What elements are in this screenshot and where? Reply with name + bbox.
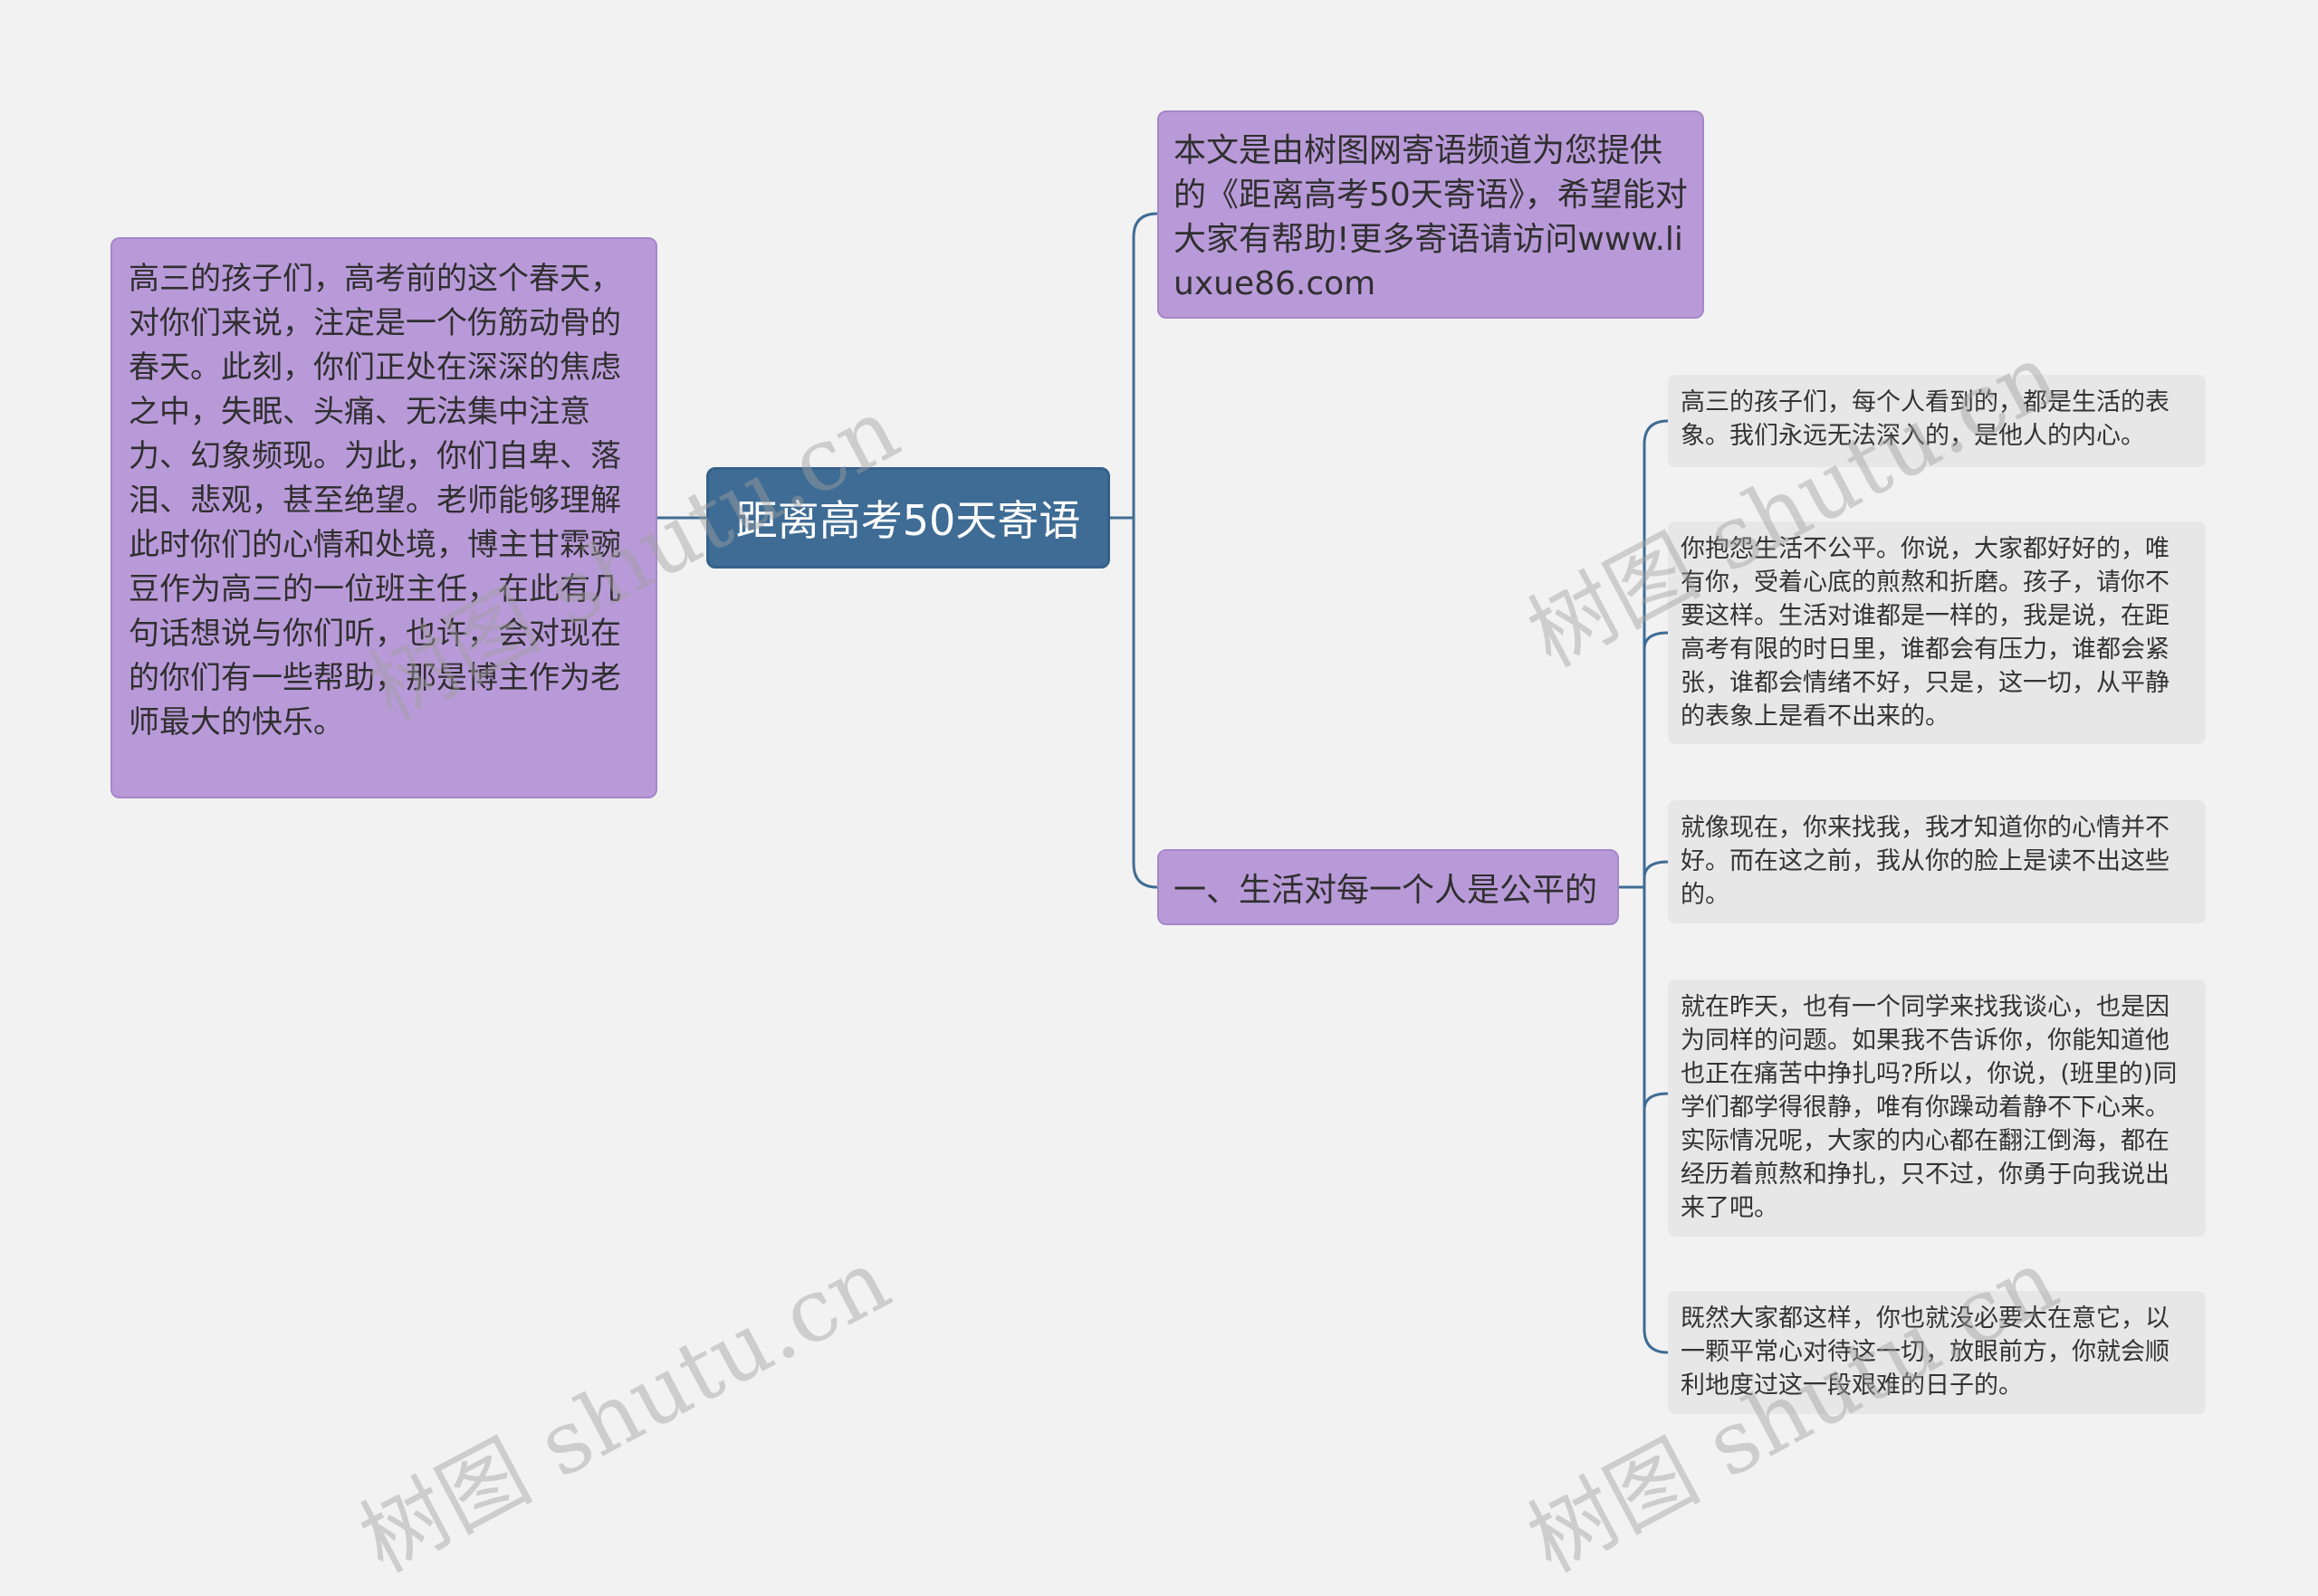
root-node[interactable]: 距离高考50天寄语 [706, 467, 1110, 569]
connector-leaves-trunk [1643, 419, 1669, 1354]
topic-label: 一、生活对每一个人是公平的 [1173, 872, 1598, 909]
leaf-node-5[interactable]: 既然大家都这样，你也就没必要太在意它，以一颗平常心对待这一切，放眼前方，你就会顺… [1668, 1291, 2206, 1414]
leaf-text: 高三的孩子们，每个人看到的，都是生活的表象。我们永远无法深入的，是他人的内心。 [1681, 388, 2170, 450]
leaf-text: 既然大家都这样，你也就没必要太在意它，以一颗平常心对待这一切，放眼前方，你就会顺… [1681, 1305, 2170, 1400]
root-title: 距离高考50天寄语 [735, 496, 1081, 545]
connector-right-trunk [1132, 212, 1158, 889]
leaf-node-3[interactable]: 就像现在，你来找我，我才知道你的心情并不好。而在这之前，我从你的脸上是读不出这些… [1668, 800, 2206, 923]
connector-leaf-3 [1643, 860, 1669, 879]
topic-node[interactable]: 一、生活对每一个人是公平的 [1157, 849, 1619, 925]
left-note-text: 高三的孩子们，高考前的这个春天，对你们来说，注定是一个伤筋动骨的春天。此刻，你们… [129, 261, 621, 741]
connector-leaf-4 [1643, 1092, 1669, 1111]
connector-leaf-2 [1643, 631, 1669, 650]
leaf-node-2[interactable]: 你抱怨生活不公平。你说，大家都好好的，唯有你，受着心底的煎熬和折磨。孩子，请你不… [1668, 521, 2206, 744]
leaf-text: 你抱怨生活不公平。你说，大家都好好的，唯有你，受着心底的煎熬和折磨。孩子，请你不… [1681, 535, 2170, 731]
leaf-node-4[interactable]: 就在昨天，也有一个同学来找我谈心，也是因为同样的问题。如果我不告诉你，你能知道他… [1668, 980, 2206, 1237]
mind-map-canvas: 距离高考50天寄语 高三的孩子们，高考前的这个春天，对你们来说，注定是一个伤筋动… [0, 0, 2318, 1591]
leaf-node-1[interactable]: 高三的孩子们，每个人看到的，都是生活的表象。我们永远无法深入的，是他人的内心。 [1668, 375, 2206, 467]
leaf-text: 就在昨天，也有一个同学来找我谈心，也是因为同样的问题。如果我不告诉你，你能知道他… [1681, 993, 2178, 1222]
intro-note-node[interactable]: 本文是由树图网寄语频道为您提供的《距离高考50天寄语》，希望能对大家有帮助!更多… [1157, 110, 1704, 319]
left-note-node[interactable]: 高三的孩子们，高考前的这个春天，对你们来说，注定是一个伤筋动骨的春天。此刻，你们… [110, 237, 657, 798]
intro-note-text: 本文是由树图网寄语频道为您提供的《距离高考50天寄语》，希望能对大家有帮助!更多… [1173, 132, 1688, 302]
leaf-text: 就像现在，你来找我，我才知道你的心情并不好。而在这之前，我从你的脸上是读不出这些… [1681, 814, 2170, 909]
